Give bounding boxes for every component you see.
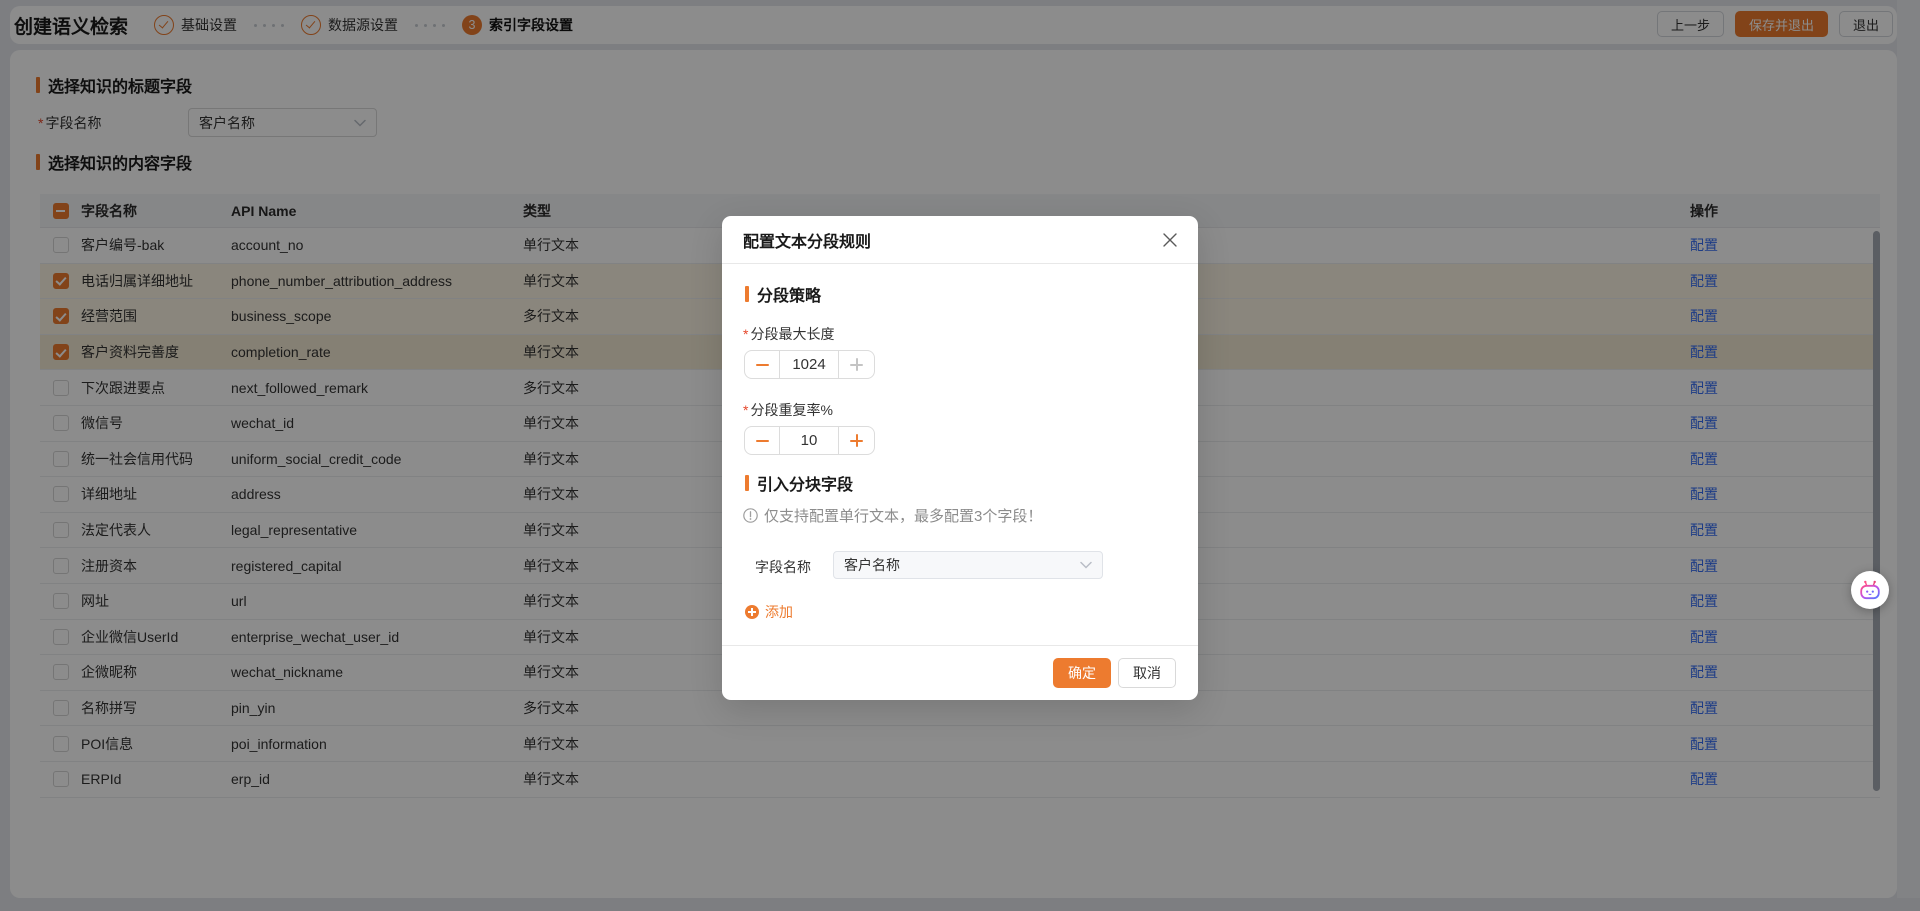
chunk-field-label: 字段名称 (755, 559, 811, 575)
overlap-stepper: 10 (744, 426, 875, 455)
page: 创建语义检索 基础设置 数据源设置 3 索引字段设置 上一步 保存并退出 退出 … (0, 0, 1920, 911)
max-length-input[interactable]: 1024 (779, 351, 839, 378)
close-icon[interactable] (1159, 229, 1181, 251)
section-accent-bar (745, 286, 749, 302)
dialog-body: 分段策略 * 分段最大长度 1024 * 分段重复率% 10 引入分块字段 仅支… (722, 264, 1198, 645)
info-icon (743, 508, 758, 523)
section-accent-bar (745, 475, 749, 491)
chunk-section-heading: 引入分块字段 (745, 471, 853, 495)
dialog-header: 配置文本分段规则 (722, 216, 1198, 264)
select-value: 客户名称 (844, 557, 900, 573)
dialog-footer: 确定 取消 (722, 645, 1198, 700)
cancel-button[interactable]: 取消 (1118, 658, 1176, 688)
increase-button[interactable] (839, 351, 874, 378)
required-mark: * (743, 402, 749, 418)
ai-assistant-button[interactable] (1851, 571, 1889, 609)
confirm-button[interactable]: 确定 (1053, 658, 1111, 688)
dialog-title: 配置文本分段规则 (743, 233, 872, 251)
decrease-button[interactable] (745, 427, 779, 454)
plus-circle-icon (745, 605, 759, 619)
decrease-button[interactable] (745, 351, 779, 378)
increase-button[interactable] (839, 427, 874, 454)
overlap-label: * 分段重复率% (743, 402, 833, 418)
max-length-stepper: 1024 (744, 350, 875, 379)
chunk-field-select[interactable]: 客户名称 (833, 551, 1103, 579)
strategy-section-heading: 分段策略 (745, 282, 821, 306)
robot-icon (1860, 580, 1880, 600)
segmentation-rules-dialog: 配置文本分段规则 分段策略 * 分段最大长度 1024 * 分段重复率% 10 … (722, 216, 1198, 700)
max-length-label: * 分段最大长度 (743, 326, 835, 342)
add-field-button[interactable]: 添加 (745, 602, 793, 622)
required-mark: * (743, 326, 749, 342)
chevron-down-icon (1080, 561, 1092, 569)
overlap-input[interactable]: 10 (779, 427, 839, 454)
chunk-info-text: 仅支持配置单行文本，最多配置3个字段！ (743, 505, 1042, 526)
